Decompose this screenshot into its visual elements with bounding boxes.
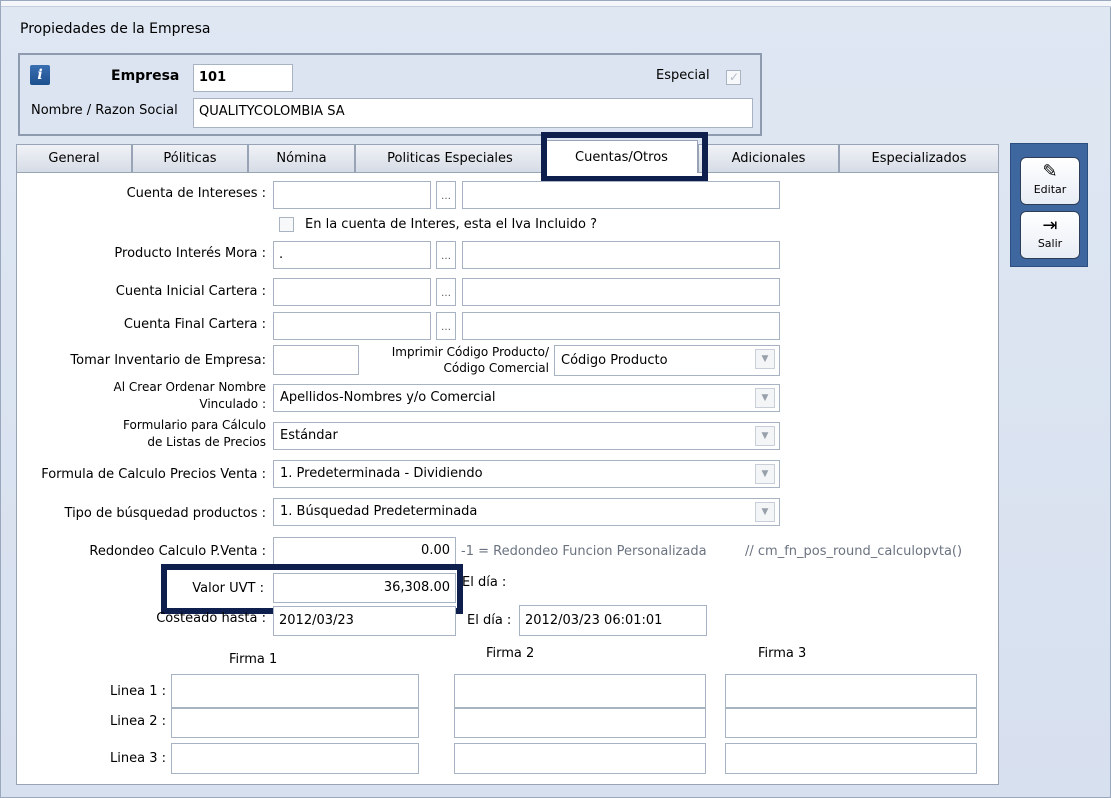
formulario-label: Formulario para Cálculo [123,418,266,432]
redondeo-hint: -1 = Redondeo Funcion Personalizada [461,544,707,559]
firma1-linea3-input[interactable] [171,743,419,774]
chevron-down-icon[interactable]: ▼ [755,464,775,484]
iva-incluido-checkbox[interactable] [279,217,294,232]
cuenta-final-label: Cuenta Final Cartera : [123,317,266,332]
imprimir-codigo-select[interactable]: Código Producto ▼ [554,345,780,376]
formulario-value: Estándar [280,428,338,443]
producto-interes-lookup-button[interactable]: … [436,241,456,269]
firma2-label: Firma 2 [486,646,535,661]
tipo-busqueda-select[interactable]: 1. Búsquedad Predeterminada ▼ [273,498,780,526]
cuenta-inicial-lookup-button[interactable]: … [436,278,456,306]
tomar-inventario-input[interactable] [273,345,359,375]
action-sidebar: ✎ Editar ⇥ Salir [1010,143,1088,267]
cuenta-final-desc [462,312,780,340]
redondeo-label: Redondeo Calculo P.Venta : [89,544,266,559]
cuenta-intereses-input[interactable] [273,181,431,209]
linea1-label: Linea 1 : [110,684,166,699]
costeado-label: Costeado hasta : [156,611,266,626]
firma3-linea1-input[interactable] [725,674,977,708]
producto-interes-desc [462,241,780,269]
cuenta-intereses-desc [462,181,780,209]
formulario-select[interactable]: Estándar ▼ [273,422,780,450]
formulario-label-2: de Listas de Precios [147,435,266,449]
chevron-down-icon[interactable]: ▼ [755,426,775,446]
razon-social-label: Nombre / Razon Social [31,103,178,118]
producto-interes-input[interactable]: . [273,241,431,269]
redondeo-func: // cm_fn_pos_round_calculopvta() [745,544,963,559]
cuenta-intereses-lookup-button[interactable]: … [436,181,456,209]
firma3-label: Firma 3 [758,646,807,661]
ordenar-select[interactable]: Apellidos-Nombres y/o Comercial ▼ [273,384,780,412]
formula-value: 1. Predeterminada - Dividiendo [280,466,483,481]
info-icon[interactable]: i [30,65,50,85]
firma2-linea2-input[interactable] [454,708,706,738]
linea2-label: Linea 2 : [110,714,166,729]
firma1-linea2-input[interactable] [171,708,419,738]
tipo-busqueda-label: Tipo de búsquedad productos : [64,506,266,521]
editar-label: Editar [1033,183,1067,196]
producto-interes-label: Producto Interés Mora : [114,246,266,261]
tab-highlight-box [541,132,708,182]
tab-politicas[interactable]: Póliticas [132,144,248,172]
cuenta-final-lookup-button[interactable]: … [436,312,456,340]
imprimir-codigo-value: Código Producto [561,353,668,368]
salir-button[interactable]: ⇥ Salir [1020,211,1080,259]
ordenar-label: Al Crear Ordenar Nombre [113,380,266,394]
properties-window: Propiedades de la Empresa i Empresa 101 … [0,0,1111,798]
ordenar-label-2: Vinculado : [199,397,266,411]
cuenta-inicial-input[interactable] [273,278,431,306]
salir-label: Salir [1037,237,1063,250]
window-title: Propiedades de la Empresa [20,21,211,37]
tipo-busqueda-value: 1. Búsquedad Predeterminada [280,504,478,519]
exit-door-icon: ⇥ [1042,215,1058,236]
formula-select[interactable]: 1. Predeterminada - Dividiendo ▼ [273,460,780,488]
imprimir-codigo-label-2: Código Comercial [443,361,549,375]
tab-nomina[interactable]: Nómina [248,144,355,172]
firma3-linea2-input[interactable] [725,708,977,738]
uvt-dia-label: El día : [462,575,507,590]
cuenta-inicial-label: Cuenta Inicial Cartera : [115,284,266,299]
tab-adicionales[interactable]: Adicionales [698,144,839,172]
firma2-linea1-input[interactable] [454,674,706,708]
title-strip [1,1,1111,7]
firma3-linea3-input[interactable] [725,743,977,774]
tab-especializados[interactable]: Especializados [839,144,999,172]
cuenta-intereses-label: Cuenta de Intereses : [126,186,266,201]
tomar-inventario-label: Tomar Inventario de Empresa: [70,353,266,368]
ordenar-value: Apellidos-Nombres y/o Comercial [280,390,496,405]
formula-label: Formula de Calculo Precios Venta : [41,467,266,482]
iva-incluido-label: En la cuenta de Interes, esta el Iva Inc… [305,217,598,232]
firma1-linea1-input[interactable] [171,674,419,708]
costeado-dia-input[interactable]: 2012/03/23 06:01:01 [519,605,707,636]
cuenta-inicial-desc [462,278,780,306]
empresa-input[interactable]: 101 [193,64,293,92]
chevron-down-icon[interactable]: ▼ [755,502,775,522]
razon-social-input[interactable]: QUALITYCOLOMBIA SA [193,98,753,128]
edit-icon: ✎ [1042,161,1058,182]
chevron-down-icon[interactable]: ▼ [755,388,775,408]
costeado-input[interactable]: 2012/03/23 [273,606,456,636]
tab-politicas-especiales[interactable]: Politicas Especiales [355,144,545,172]
redondeo-input[interactable]: 0.00 [273,537,456,565]
especial-checkbox[interactable]: ✓ [726,70,741,85]
editar-button[interactable]: ✎ Editar [1020,157,1080,205]
imprimir-codigo-label: Imprimir Código Producto/ [391,345,549,359]
firma1-label: Firma 1 [229,652,278,667]
firma2-linea3-input[interactable] [454,743,706,774]
chevron-down-icon[interactable]: ▼ [755,349,775,369]
linea3-label: Linea 3 : [110,751,166,766]
costeado-dia-label: El día : [467,613,512,628]
check-icon: ✓ [729,70,740,84]
cuenta-final-input[interactable] [273,312,431,340]
empresa-label: Empresa [111,68,180,84]
tab-general[interactable]: General [16,144,132,172]
especial-label: Especial [656,68,710,83]
